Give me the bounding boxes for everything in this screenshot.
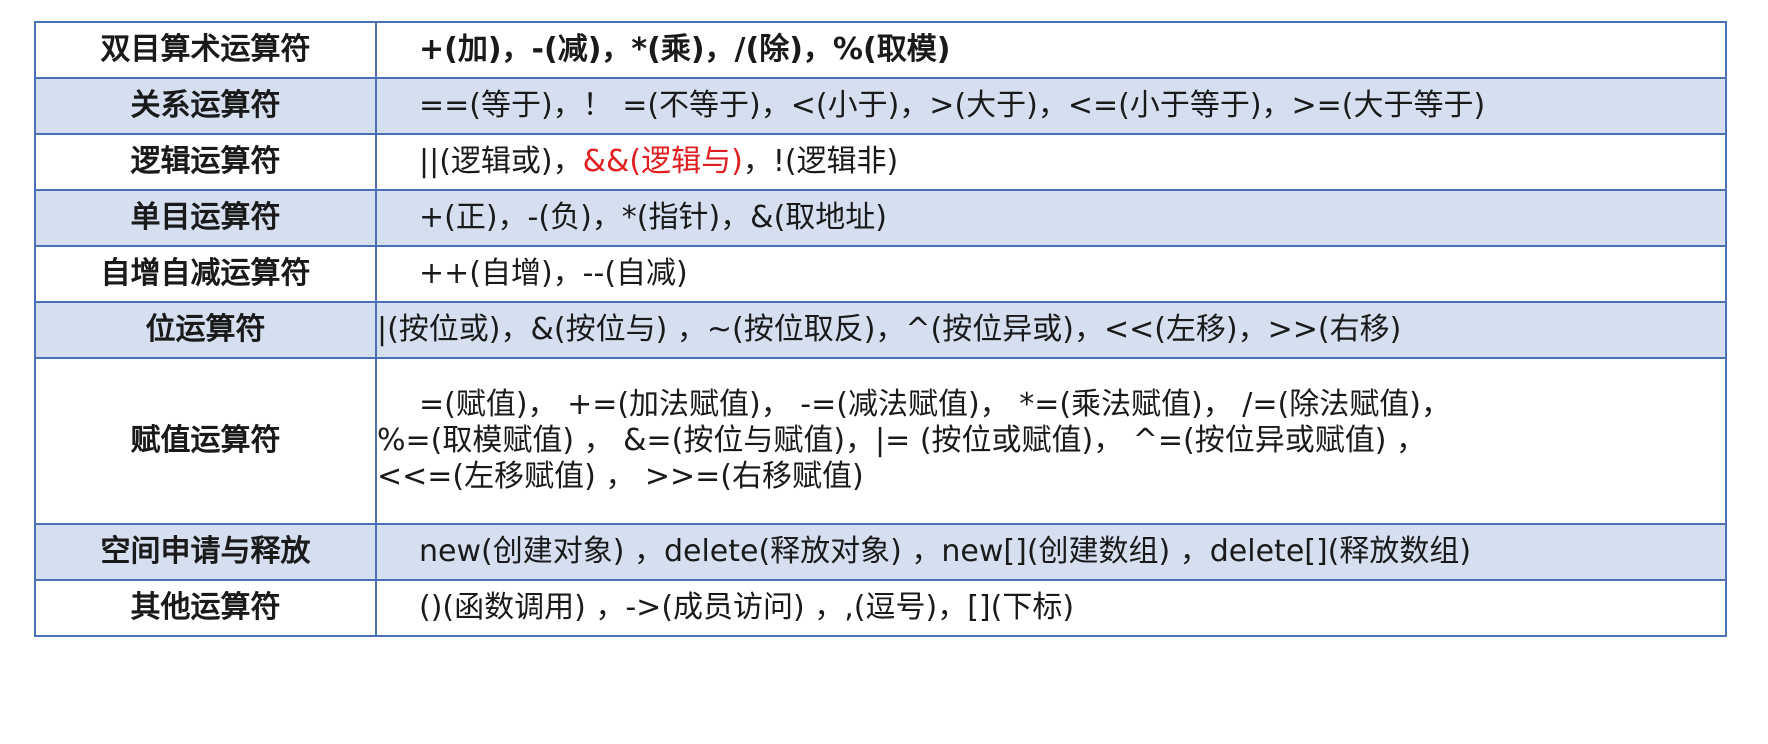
operators-line: %=(取模赋值) ， &=(按位与赋值)，|= (按位或赋值)， ^=(按位异或… xyxy=(377,423,1427,458)
category-cell: 位运算符 xyxy=(34,301,377,359)
operators-cell: =(赋值)， +=(加法赋值)， -=(减法赋值)， *=(乘法赋值)， /=(… xyxy=(375,357,1727,525)
operators-text: ||(逻辑或)， xyxy=(419,144,583,179)
category-cell: 逻辑运算符 xyxy=(34,133,377,191)
operators-cell: ()(函数调用) ，->(成员访问) ，,(逗号)，[](下标) xyxy=(375,579,1727,637)
operators-cell: |(按位或)，&(按位与) ，~(按位取反)，^(按位异或)，<<(左移)，>>… xyxy=(375,301,1727,359)
highlighted-operator: &&(逻辑与) xyxy=(582,144,743,179)
category-cell: 关系运算符 xyxy=(34,77,377,135)
operators-cell: ++(自增)，--(自减) xyxy=(375,245,1727,303)
operators-cell: +(正)，-(负)，*(指针)，&(取地址) xyxy=(375,189,1727,247)
operators-cell: ==(等于)，！ =(不等于)，<(小于)，>(大于)，<=(小于等于)，>=(… xyxy=(375,77,1727,135)
category-cell: 空间申请与释放 xyxy=(34,523,377,581)
operator-table: 双目算术运算符 +(加)，-(减)，*(乘)，/(除)，%(取模) 关系运算符 … xyxy=(34,21,1727,637)
category-cell: 双目算术运算符 xyxy=(34,21,377,79)
table-row: 位运算符 |(按位或)，&(按位与) ，~(按位取反)，^(按位异或)，<<(左… xyxy=(34,301,1727,359)
table-row: 双目算术运算符 +(加)，-(减)，*(乘)，/(除)，%(取模) xyxy=(34,21,1727,79)
category-cell: 自增自减运算符 xyxy=(34,245,377,303)
operators-text: ，!(逻辑非) xyxy=(742,144,899,179)
table-row: 逻辑运算符 ||(逻辑或)，&&(逻辑与)，!(逻辑非) xyxy=(34,133,1727,191)
table-row: 单目运算符 +(正)，-(负)，*(指针)，&(取地址) xyxy=(34,189,1727,247)
category-cell: 赋值运算符 xyxy=(34,357,377,525)
operators-cell: new(创建对象) ，delete(释放对象) ，new[](创建数组) ，de… xyxy=(375,523,1727,581)
operators-cell: +(加)，-(减)，*(乘)，/(除)，%(取模) xyxy=(375,21,1727,79)
table-row: 自增自减运算符 ++(自增)，--(自减) xyxy=(34,245,1727,303)
table-row: 赋值运算符 =(赋值)， +=(加法赋值)， -=(减法赋值)， *=(乘法赋值… xyxy=(34,357,1727,525)
table-row: 空间申请与释放 new(创建对象) ，delete(释放对象) ，new[](创… xyxy=(34,523,1727,581)
category-cell: 单目运算符 xyxy=(34,189,377,247)
operators-line: <<=(左移赋值) ， >>=(右移赋值) xyxy=(377,459,864,494)
table-row: 其他运算符 ()(函数调用) ，->(成员访问) ，,(逗号)，[](下标) xyxy=(34,579,1727,637)
operators-cell: ||(逻辑或)，&&(逻辑与)，!(逻辑非) xyxy=(375,133,1727,191)
category-cell: 其他运算符 xyxy=(34,579,377,637)
operators-line: =(赋值)， +=(加法赋值)， -=(减法赋值)， *=(乘法赋值)， /=(… xyxy=(419,387,1451,422)
table-row: 关系运算符 ==(等于)，！ =(不等于)，<(小于)，>(大于)，<=(小于等… xyxy=(34,77,1727,135)
